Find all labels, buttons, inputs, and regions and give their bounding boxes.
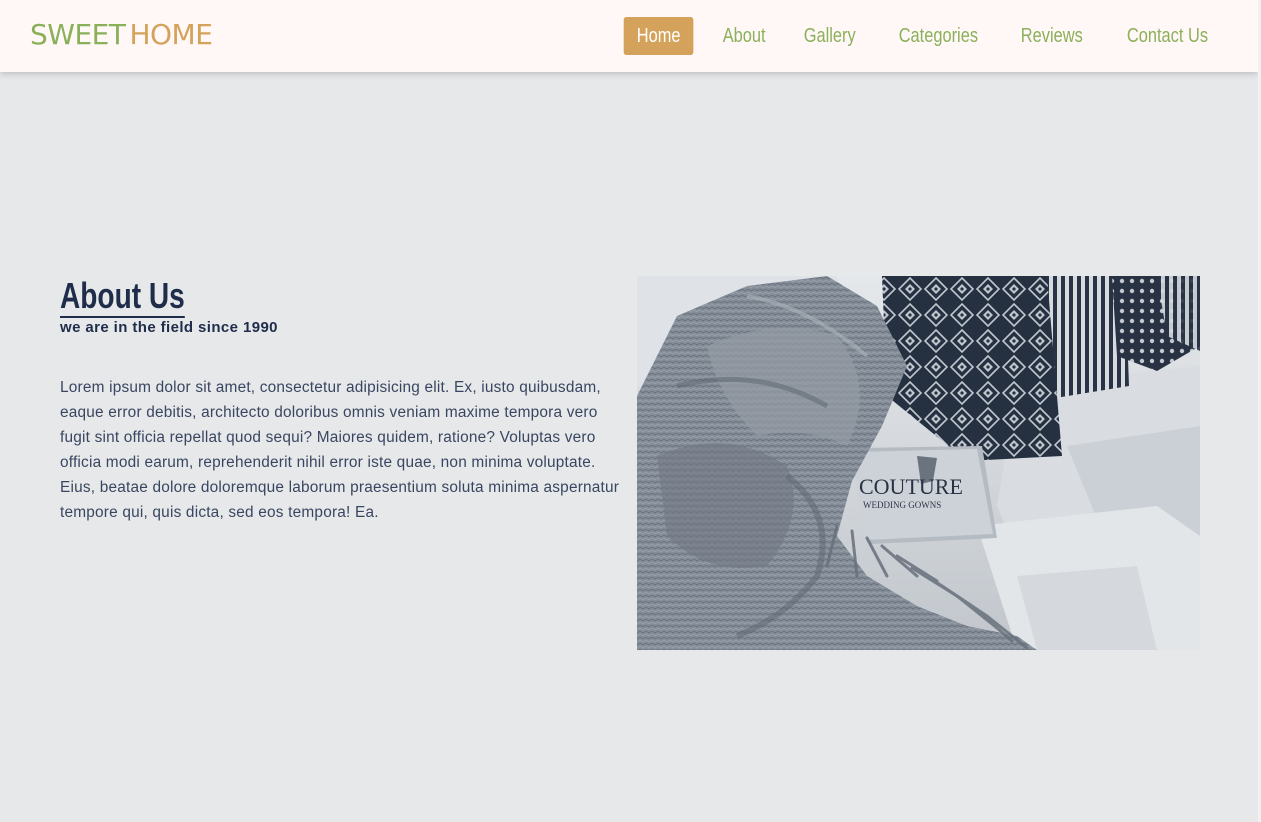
about-photo: COUTURE WEDDING GOWNS — [637, 276, 1200, 650]
nav-home[interactable]: Home — [623, 17, 694, 55]
nav-gallery[interactable]: Gallery — [795, 17, 865, 55]
about-paragraph: Lorem ipsum dolor sit amet, consectetur … — [60, 379, 620, 521]
site-header: SWEET HOME Home About Gallery Categories … — [0, 0, 1258, 72]
nav-reviews[interactable]: Reviews — [1012, 17, 1092, 55]
main-nav: Home About Gallery Categories Reviews Co… — [618, 17, 1226, 55]
nav-about[interactable]: About — [714, 17, 775, 55]
nav-contact-us[interactable]: Contact Us — [1118, 17, 1217, 55]
about-subtitle: we are in the field since 1990 — [60, 319, 278, 336]
sofa-blanket-illustration: COUTURE WEDDING GOWNS — [637, 276, 1200, 650]
logo-word-home: HOME — [129, 18, 213, 51]
nav-categories[interactable]: Categories — [889, 17, 986, 55]
site-logo[interactable]: SWEET HOME — [30, 17, 213, 53]
about-title: About Us — [60, 275, 185, 318]
logo-word-sweet: SWEET — [30, 18, 126, 51]
